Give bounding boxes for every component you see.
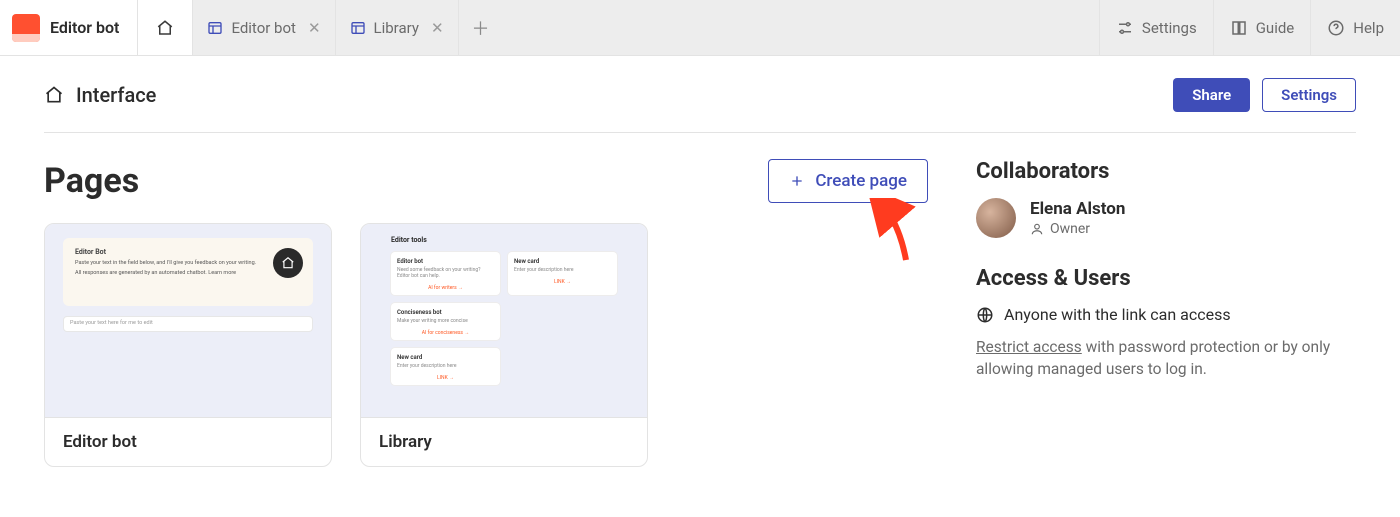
close-icon[interactable]: ✕ — [308, 19, 321, 37]
add-tab-button[interactable]: ＋ — [459, 0, 503, 55]
book-icon — [1230, 19, 1248, 37]
collaborators-heading: Collaborators — [976, 159, 1356, 184]
layout-icon — [350, 20, 366, 36]
brand-title: Editor bot — [50, 18, 119, 37]
mini-title: Conciseness bot — [397, 309, 494, 316]
settings-button[interactable]: Settings — [1262, 78, 1356, 112]
collaborator-role: Owner — [1030, 221, 1125, 237]
preview-title: Editor tools — [391, 236, 617, 244]
pages-section: Pages Create page Editor Bot Paste your … — [44, 159, 928, 467]
pages-heading: Pages — [44, 161, 139, 201]
brand-logo-icon — [12, 14, 40, 42]
preview-title: Editor Bot — [75, 248, 301, 256]
collaborator-name: Elena Alston — [1030, 199, 1125, 219]
access-heading: Access & Users — [976, 266, 1356, 291]
settings-label: Settings — [1281, 86, 1337, 104]
tab-library[interactable]: Library ✕ — [336, 0, 459, 55]
preview-mini-card: New card Enter your description here LIN… — [391, 348, 500, 385]
top-bar: Editor bot Editor bot ✕ Library ✕ ＋ Sett… — [0, 0, 1400, 56]
share-label: Share — [1192, 86, 1231, 104]
topbar-right: Settings Guide Help — [1099, 0, 1400, 55]
person-icon — [1030, 222, 1044, 236]
avatar — [976, 198, 1016, 238]
sidebar-right: Collaborators Elena Alston Owner Access … — [976, 159, 1356, 467]
page-card-library[interactable]: Editor tools Editor bot Need some feedba… — [360, 223, 648, 467]
plus-icon — [789, 173, 805, 189]
brand-tab[interactable]: Editor bot — [0, 0, 138, 55]
settings-label: Settings — [1142, 19, 1197, 37]
tab-label: Editor bot — [231, 19, 296, 37]
help-icon — [1327, 19, 1345, 37]
access-status: Anyone with the link can access — [1004, 305, 1231, 324]
guide-label: Guide — [1256, 19, 1295, 37]
preview-mini-card: Conciseness bot Make your writing more c… — [391, 303, 500, 340]
preview-sub: Paste your text in the field below, and … — [75, 260, 301, 266]
mini-sub: Enter your description here — [514, 267, 611, 273]
preview-home-badge — [273, 248, 303, 278]
tab-label: Library — [374, 19, 419, 37]
create-page-label: Create page — [815, 171, 907, 191]
page-title: Interface — [76, 83, 156, 107]
mini-link: AI for conciseness → — [397, 330, 494, 336]
page-card-editor-bot[interactable]: Editor Bot Paste your text in the field … — [44, 223, 332, 467]
header-actions: Share Settings — [1173, 78, 1356, 112]
tabs: Editor bot ✕ Library ✕ ＋ — [193, 0, 502, 55]
mini-title: Editor bot — [397, 258, 494, 265]
preview-mini-card: Editor bot Need some feedback on your wr… — [391, 252, 500, 295]
settings-button[interactable]: Settings — [1099, 0, 1213, 55]
mini-title: New card — [514, 258, 611, 265]
card-label: Editor bot — [45, 418, 331, 466]
collaborator-row: Elena Alston Owner — [976, 198, 1356, 238]
card-preview: Editor tools Editor bot Need some feedba… — [361, 224, 647, 418]
home-icon — [281, 256, 295, 270]
preview-input: Paste your text here for me to edit — [63, 316, 313, 332]
tab-editor-bot[interactable]: Editor bot ✕ — [193, 0, 335, 55]
page-title-group: Interface — [44, 83, 156, 107]
preview-note: All responses are generated by an automa… — [75, 270, 301, 276]
access-status-row: Anyone with the link can access — [976, 305, 1356, 324]
role-label: Owner — [1050, 221, 1090, 237]
home-icon — [156, 19, 174, 37]
globe-icon — [976, 306, 994, 324]
page-header: Interface Share Settings — [44, 56, 1356, 133]
access-description: Restrict access with password protection… — [976, 336, 1356, 381]
restrict-access-link[interactable]: Restrict access — [976, 338, 1082, 356]
layout-icon — [207, 20, 223, 36]
mini-sub: Make your writing more concise — [397, 318, 494, 324]
mini-link: LINK → — [514, 279, 611, 285]
mini-sub: Enter your description here — [397, 363, 494, 369]
preview-mini-card: New card Enter your description here LIN… — [508, 252, 617, 295]
card-preview: Editor Bot Paste your text in the field … — [45, 224, 331, 418]
home-icon — [44, 85, 64, 105]
main: Pages Create page Editor Bot Paste your … — [0, 133, 1400, 467]
mini-link: LINK → — [397, 375, 494, 381]
help-button[interactable]: Help — [1310, 0, 1400, 55]
sliders-icon — [1116, 19, 1134, 37]
share-button[interactable]: Share — [1173, 78, 1250, 112]
guide-button[interactable]: Guide — [1213, 0, 1311, 55]
mini-link: AI for writers → — [397, 285, 494, 291]
mini-sub: Need some feedback on your writing? Edit… — [397, 267, 494, 279]
close-icon[interactable]: ✕ — [431, 19, 444, 37]
help-label: Help — [1353, 19, 1384, 37]
mini-title: New card — [397, 354, 494, 361]
page-cards: Editor Bot Paste your text in the field … — [44, 223, 928, 467]
home-tab[interactable] — [138, 0, 193, 55]
create-page-button[interactable]: Create page — [768, 159, 928, 203]
card-label: Library — [361, 418, 647, 466]
